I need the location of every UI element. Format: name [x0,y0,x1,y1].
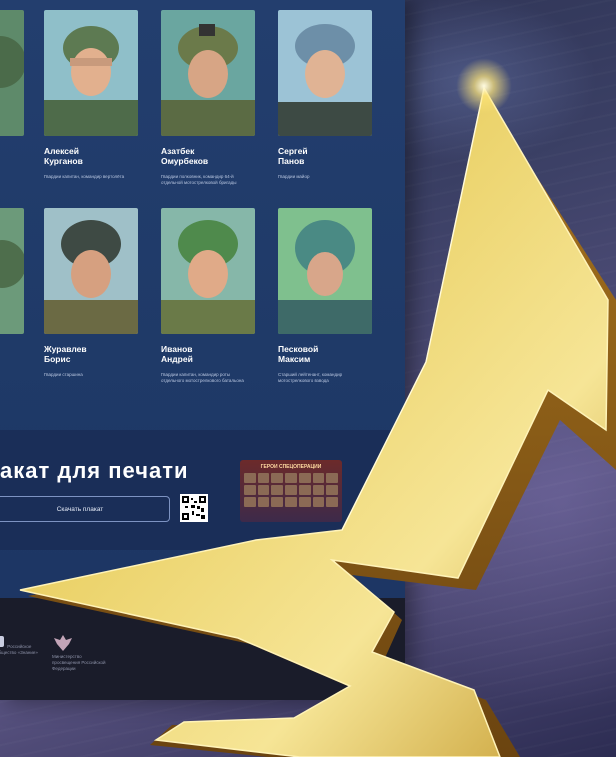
golden-arrow [19,85,616,757]
star-glow [456,58,512,114]
